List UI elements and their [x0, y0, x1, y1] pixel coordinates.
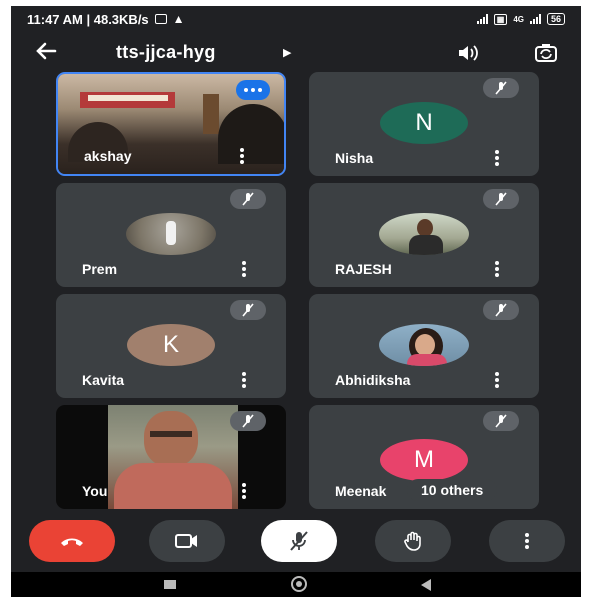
- person-body: [409, 235, 443, 255]
- person-body: [407, 354, 447, 366]
- participant-name: Meenak: [335, 483, 387, 499]
- phone-hangup-icon[interactable]: [29, 520, 115, 562]
- participant-tile-prem[interactable]: Prem: [56, 183, 286, 287]
- avatar: N: [380, 102, 468, 144]
- avatar-photo: [379, 324, 469, 366]
- hand-icon[interactable]: [375, 520, 451, 562]
- home-icon[interactable]: [291, 576, 307, 592]
- participant-tile-others[interactable]: M Meenak 10 others: [309, 405, 539, 509]
- mic-off-icon: [483, 189, 519, 209]
- stage-banner-text: [88, 95, 168, 101]
- participant-name: akshay: [84, 148, 132, 164]
- participant-name: Abhidiksha: [335, 372, 411, 388]
- arrow-left-icon[interactable]: [33, 38, 59, 70]
- person-glasses: [150, 431, 192, 437]
- mic-off-icon[interactable]: [261, 520, 337, 562]
- recents-icon[interactable]: [164, 580, 176, 589]
- video-camera-icon[interactable]: [149, 520, 225, 562]
- more-vert-icon[interactable]: [489, 520, 565, 562]
- more-vert-icon[interactable]: [495, 261, 499, 277]
- participant-name: Prem: [82, 261, 118, 277]
- battery-icon: 56: [546, 13, 565, 25]
- network-label: 4G: [513, 14, 524, 24]
- speaker-icon[interactable]: [451, 38, 485, 68]
- more-vert-icon[interactable]: [242, 261, 246, 277]
- cast-icon: [154, 14, 167, 24]
- warning-icon: ▲: [172, 12, 185, 26]
- back-nav-icon[interactable]: [419, 578, 433, 597]
- mic-off-icon: [230, 300, 266, 320]
- participant-name: Kavita: [82, 372, 125, 388]
- wooden-stand: [203, 94, 219, 134]
- person-face: [415, 334, 435, 356]
- avatar: K: [127, 324, 215, 366]
- person-body: [114, 463, 232, 509]
- avatar-photo: [379, 213, 469, 255]
- mic-off-icon: [483, 411, 519, 431]
- call-controls: [11, 520, 581, 572]
- more-vert-icon[interactable]: [240, 148, 244, 164]
- participant-tile-kavita[interactable]: K Kavita: [56, 294, 286, 398]
- status-bar: 11:47 AM | 48.3KB/s ▲ ▦ 4G 56: [11, 6, 581, 32]
- more-vert-icon[interactable]: [495, 150, 499, 166]
- mic-off-icon: [230, 411, 266, 431]
- person-head: [144, 411, 198, 467]
- participant-name: Nisha: [335, 150, 374, 166]
- mic-off-icon: [230, 189, 266, 209]
- mic-off-icon: [483, 300, 519, 320]
- signal-icon-2: [529, 14, 541, 24]
- mic-off-icon: [483, 78, 519, 98]
- others-count-chip[interactable]: 10 others: [407, 479, 498, 501]
- app-bar: tts-jjca-hyg ▶: [11, 36, 581, 72]
- speaking-indicator-icon: [236, 80, 270, 100]
- more-vert-icon[interactable]: [242, 483, 246, 499]
- participant-tile-abhidiksha[interactable]: Abhidiksha: [309, 294, 539, 398]
- avatar-photo: [126, 213, 216, 255]
- more-vert-icon[interactable]: [242, 372, 246, 388]
- participant-name: RAJESH: [335, 261, 392, 277]
- battery-level: 56: [550, 14, 561, 24]
- volte-icon: ▦: [493, 13, 508, 25]
- avatar: M: [380, 439, 468, 481]
- audience-silhouette: [218, 104, 284, 164]
- self-video: [108, 405, 238, 509]
- person-figure: [166, 221, 176, 245]
- system-nav-bar: [11, 572, 581, 597]
- participant-tile-you[interactable]: You: [56, 405, 286, 509]
- participant-tile-nisha[interactable]: N Nisha: [309, 72, 539, 176]
- caret-right-icon[interactable]: ▶: [283, 46, 291, 59]
- participant-tile-akshay[interactable]: akshay: [56, 72, 286, 176]
- switch-camera-icon[interactable]: [529, 38, 563, 68]
- meet-screen: 11:47 AM | 48.3KB/s ▲ ▦ 4G 56 tts-jjca-h…: [11, 6, 581, 597]
- signal-icon: [476, 14, 488, 24]
- status-time-speed: 11:47 AM | 48.3KB/s: [27, 11, 149, 27]
- participant-name: You: [82, 483, 108, 499]
- meeting-code[interactable]: tts-jjca-hyg: [116, 42, 216, 63]
- more-vert-icon[interactable]: [495, 372, 499, 388]
- participant-tile-rajesh[interactable]: RAJESH: [309, 183, 539, 287]
